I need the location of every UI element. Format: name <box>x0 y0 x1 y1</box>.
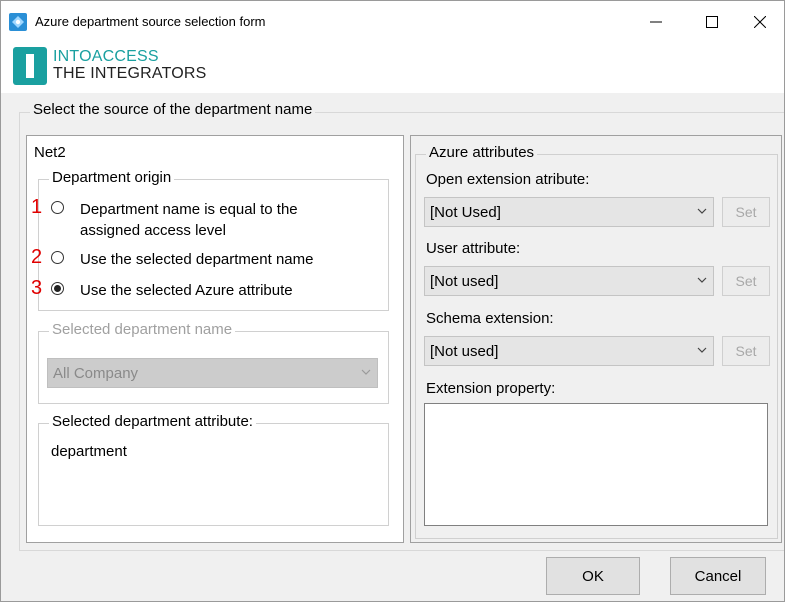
department-attribute-value[interactable]: department <box>51 443 127 460</box>
azure-attributes-legend: Azure attributes <box>426 144 538 161</box>
azure-attributes-panel: Azure attributes Open extension atribute… <box>410 135 782 543</box>
origin-option-1-label-line2: assigned access level <box>80 222 226 239</box>
origin-option-azure-attribute[interactable]: Use the selected Azure attribute <box>51 280 293 301</box>
radio-azure-attribute[interactable] <box>51 282 64 295</box>
user-attribute-select[interactable]: [Not used] <box>424 266 714 296</box>
selected-department-attribute-group: Selected department attribute: <box>38 413 389 526</box>
maximize-icon <box>706 16 718 28</box>
open-extension-label: Open extension atribute: <box>426 171 590 188</box>
origin-option-2-label: Use the selected department name <box>80 251 314 268</box>
schema-extension-label: Schema extension: <box>426 310 554 327</box>
minimize-icon <box>650 21 662 23</box>
schema-extension-set-button[interactable]: Set <box>722 336 770 366</box>
radio-access-level[interactable] <box>51 201 64 214</box>
department-name-select[interactable]: All Company <box>47 358 378 388</box>
minimize-button[interactable] <box>633 1 679 43</box>
chevron-down-icon <box>697 277 707 283</box>
window-title: Azure department source selection form <box>35 14 266 29</box>
selected-department-attribute-legend: Selected department attribute: <box>49 413 256 430</box>
user-attribute-label: User attribute: <box>426 240 521 257</box>
maximize-button[interactable] <box>689 1 735 43</box>
radio-selected-name[interactable] <box>51 251 64 264</box>
department-origin-legend: Department origin <box>49 169 175 186</box>
user-attribute-value: [Not used] <box>430 273 499 290</box>
marker-1: 1 <box>31 196 43 218</box>
dialog-window: Azure department source selection form I… <box>0 0 785 602</box>
marker-3: 3 <box>31 277 43 299</box>
department-source-legend: Select the source of the department name <box>30 101 316 118</box>
schema-extension-value: [Not used] <box>430 343 499 360</box>
app-icon <box>9 13 27 31</box>
title-bar: Azure department source selection form <box>1 1 784 43</box>
intoaccess-logo-icon <box>13 47 47 85</box>
net2-panel: Net2 Department origin 1 Department name… <box>26 135 404 543</box>
origin-option-3-label: Use the selected Azure attribute <box>80 282 293 299</box>
close-icon <box>754 16 766 28</box>
close-button[interactable] <box>737 1 783 43</box>
logo-line2: THE INTEGRATORS <box>53 65 207 82</box>
schema-extension-select[interactable]: [Not used] <box>424 336 714 366</box>
cancel-button[interactable]: Cancel <box>670 557 766 595</box>
chevron-down-icon <box>697 208 707 214</box>
logo-banner: INTOACCESS THE INTEGRATORS <box>1 43 784 93</box>
ok-button[interactable]: OK <box>546 557 640 595</box>
origin-option-access-level[interactable]: Department name is equal to the assigned… <box>51 199 298 241</box>
department-name-value: All Company <box>53 365 139 382</box>
selected-department-name-legend: Selected department name <box>49 321 236 338</box>
open-extension-value: [Not Used] <box>430 204 501 221</box>
extension-property-label: Extension property: <box>426 380 556 397</box>
open-extension-set-button[interactable]: Set <box>722 197 770 227</box>
marker-2: 2 <box>31 246 43 268</box>
user-attribute-set-button[interactable]: Set <box>722 266 770 296</box>
origin-option-selected-name[interactable]: Use the selected department name <box>51 249 313 270</box>
net2-legend: Net2 <box>31 144 69 161</box>
extension-property-textbox[interactable] <box>424 403 768 526</box>
origin-option-1-label-line1: Department name is equal to the <box>80 201 298 218</box>
chevron-down-icon <box>697 347 707 353</box>
logo-line1: INTOACCESS <box>53 48 159 65</box>
open-extension-select[interactable]: [Not Used] <box>424 197 714 227</box>
chevron-down-icon <box>361 369 371 375</box>
